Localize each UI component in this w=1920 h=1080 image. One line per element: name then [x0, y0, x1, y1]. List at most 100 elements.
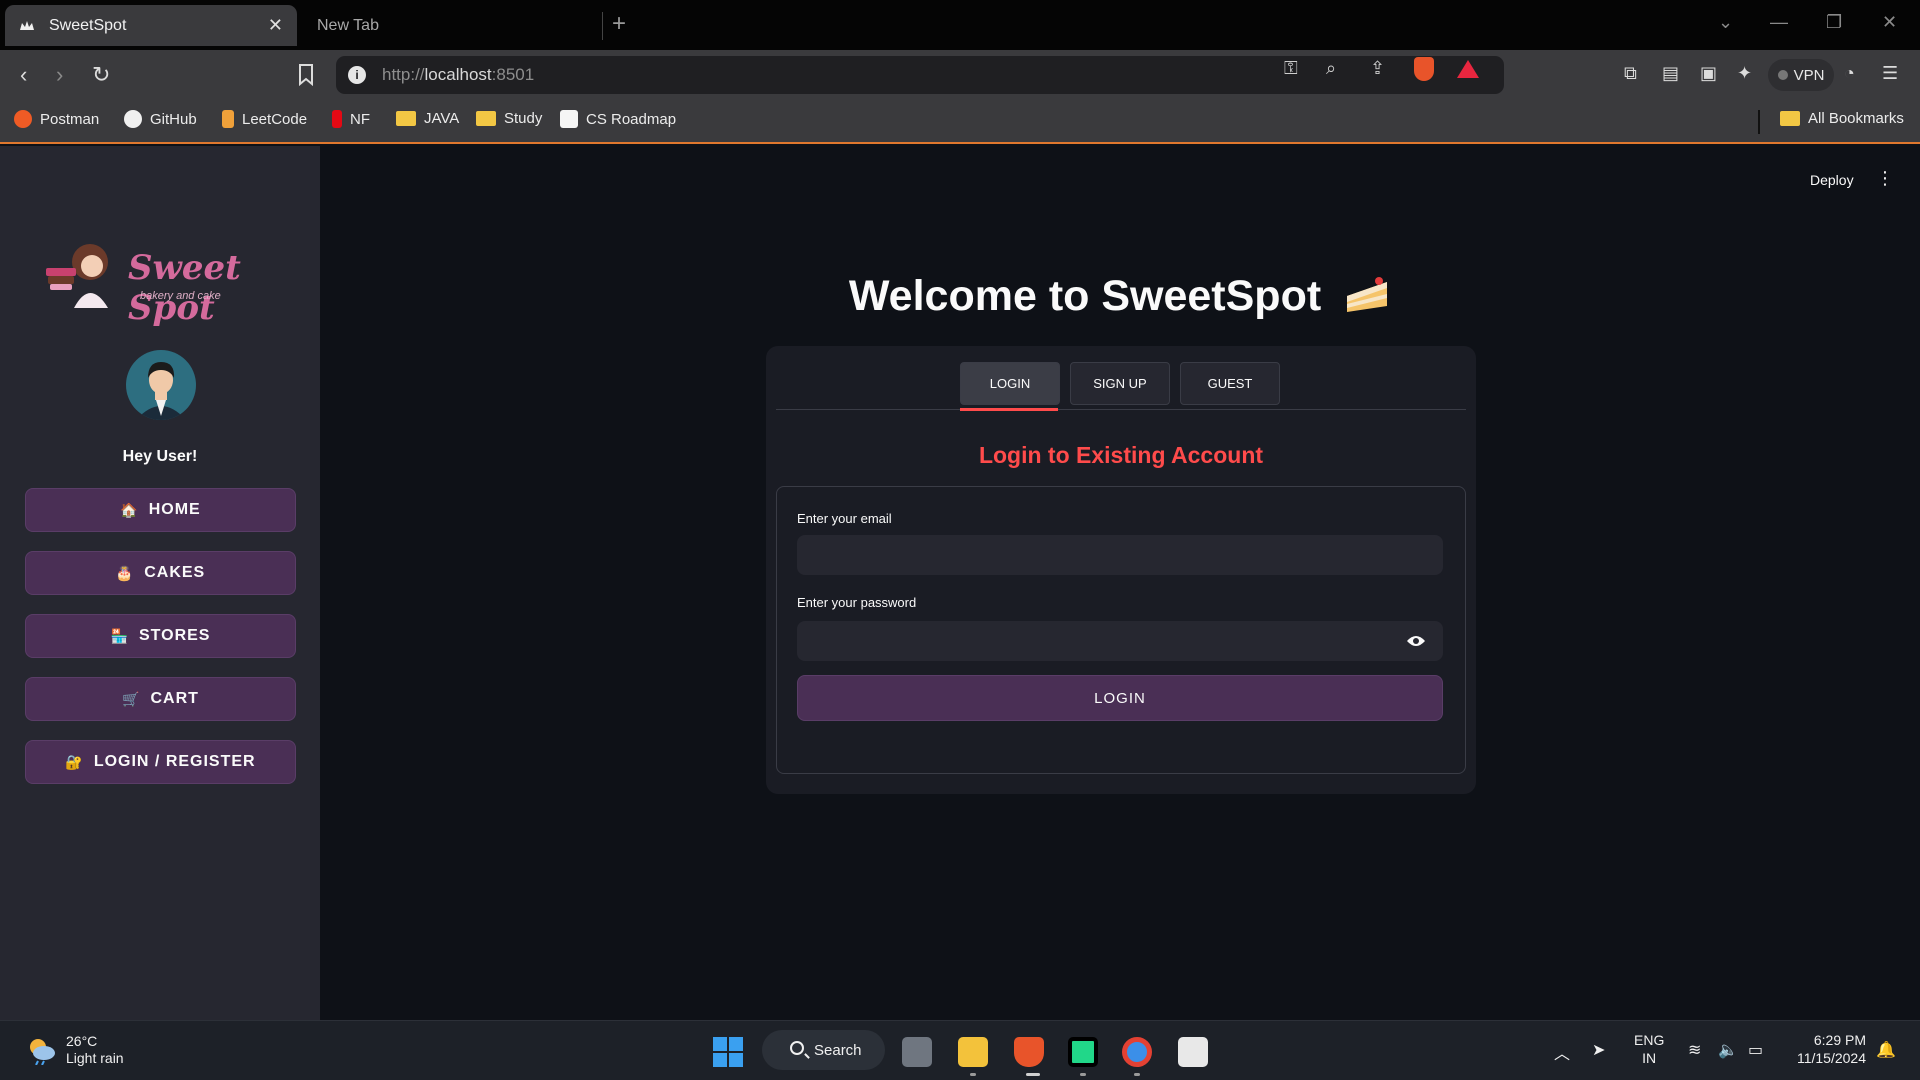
snipping-tool-icon[interactable] [1178, 1037, 1208, 1067]
bookmark-label: All Bookmarks [1808, 110, 1904, 127]
vpn-label: VPN [1793, 66, 1825, 84]
nav-label: LOGIN / REGISTER [93, 753, 256, 770]
back-icon[interactable]: ‹ [20, 62, 27, 88]
taskbar-search[interactable]: Search [762, 1030, 885, 1070]
greeting-text: Hey User! [122, 448, 198, 465]
share-icon[interactable]: ⇪ [1370, 58, 1385, 79]
tab-login[interactable]: LOGIN [960, 362, 1060, 405]
all-bookmarks[interactable]: All Bookmarks [1780, 110, 1904, 127]
file-explorer-icon[interactable] [958, 1037, 988, 1067]
system-clock[interactable]: 6:29 PM 11/15/2024 [1786, 1031, 1866, 1067]
bookmark-nf[interactable]: NF [332, 110, 370, 128]
logo-tagline: bakery and cake [140, 290, 221, 302]
clock-date: 11/15/2024 [1796, 1050, 1866, 1066]
profile-icon[interactable]: ◔ [1844, 63, 1855, 84]
bookmark-label: NF [350, 110, 370, 128]
page-title: Welcome to SweetSpot [320, 272, 1920, 321]
minimize-icon[interactable]: — [1770, 12, 1788, 33]
tab-guest[interactable]: GUEST [1180, 362, 1280, 405]
tab-sign-up[interactable]: SIGN UP [1070, 362, 1170, 405]
reload-icon[interactable]: ↻ [92, 62, 110, 88]
password-label: Enter your password [797, 595, 917, 610]
nav-login-register-button[interactable]: 🔐 LOGIN / REGISTER [25, 740, 296, 784]
chrome-icon[interactable] [1122, 1037, 1152, 1067]
brave-shields-icon[interactable] [1414, 57, 1434, 81]
windows-start-icon[interactable] [713, 1037, 743, 1067]
cake-icon: 🎂 [115, 564, 135, 581]
nav-stores-button[interactable]: 🏪 STORES [25, 614, 296, 658]
wallet-icon[interactable]: ▣ [1700, 63, 1717, 84]
url-text[interactable]: http://localhost:8501 [382, 65, 534, 85]
bookmark-cs-roadmap[interactable]: CS Roadmap [560, 110, 676, 128]
leo-ai-icon[interactable]: ✦ [1737, 63, 1752, 84]
clock-time: 6:29 PM [1813, 1032, 1866, 1048]
volume-icon[interactable]: 🔈 [1718, 1040, 1738, 1060]
notifications-bell-icon[interactable]: 🔔 [1876, 1040, 1896, 1060]
tab-search-chevron-icon[interactable]: ⌄ [1718, 12, 1733, 33]
search-icon [790, 1041, 804, 1055]
show-hidden-icons-chevron-icon[interactable]: ︿ [1554, 1040, 1570, 1064]
bookmark-icon[interactable] [298, 64, 314, 86]
sidebar-toggle-icon[interactable]: ▤ [1662, 63, 1679, 84]
weather-rain-icon [30, 1039, 55, 1065]
brave-rewards-icon[interactable] [1457, 60, 1479, 78]
close-tab-icon[interactable]: ✕ [268, 15, 283, 36]
vpn-button[interactable]: VPN [1768, 59, 1834, 91]
login-submit-button[interactable]: LOGIN [797, 675, 1443, 721]
tab-new-tab[interactable]: New Tab [303, 12, 603, 40]
bookmark-java[interactable]: JAVA [396, 110, 459, 127]
nav-label: CAKES [144, 564, 206, 581]
user-avatar [126, 350, 196, 420]
eye-icon [1407, 636, 1425, 646]
bookmark-label: CS Roadmap [586, 110, 677, 128]
nav-label: STORES [138, 627, 211, 644]
bookmark-postman[interactable]: Postman [14, 110, 99, 128]
bookmark-github[interactable]: GitHub [124, 110, 197, 128]
auth-card: LOGIN SIGN UP GUEST Login to Existing Ac… [766, 346, 1476, 794]
bookmark-study[interactable]: Study [476, 110, 542, 127]
bookmark-label: Study [504, 110, 543, 127]
task-view-icon[interactable] [902, 1037, 932, 1067]
password-key-icon[interactable]: ⚿ [1284, 58, 1298, 79]
cake-slice-icon [1347, 277, 1388, 312]
deploy-button[interactable]: Deploy [1810, 172, 1854, 188]
roadmap-icon [560, 110, 578, 128]
page-title-text: Welcome to SweetSpot [848, 272, 1322, 320]
language-indicator[interactable]: ENG IN [1634, 1031, 1664, 1067]
weather-text: 26°C Light rain [66, 1033, 124, 1067]
app-viewport: Sweet Spot bakery and cake Hey User! 🏠 HO… [0, 146, 1920, 1020]
bookmark-leetcode[interactable]: LeetCode [222, 110, 307, 128]
menu-icon[interactable]: ☰ [1882, 63, 1898, 84]
nav-label: CART [150, 690, 199, 707]
restore-icon[interactable]: ❐ [1826, 12, 1842, 33]
forward-icon[interactable]: › [56, 62, 63, 88]
new-tab-plus-icon[interactable]: + [612, 10, 626, 38]
window-close-icon[interactable]: ✕ [1882, 12, 1897, 33]
nav-cakes-button[interactable]: 🎂 CAKES [25, 551, 296, 595]
language-region: IN [1642, 1050, 1657, 1066]
bookmarks-divider [1758, 110, 1760, 134]
wifi-icon[interactable]: ≋ [1688, 1040, 1701, 1060]
zoom-icon[interactable]: ⌕ [1326, 58, 1336, 79]
running-indicator [1134, 1073, 1140, 1076]
main-menu-kebab-icon[interactable]: ⋮ [1876, 168, 1894, 189]
cart-icon: 🛒 [122, 690, 141, 707]
brave-browser-icon[interactable] [1014, 1037, 1044, 1067]
password-field[interactable] [797, 621, 1389, 661]
weather-widget[interactable]: 26°C Light rain [26, 1033, 124, 1067]
running-indicator [970, 1073, 976, 1076]
tab-sweetspot[interactable]: SweetSpot ✕ [5, 5, 297, 46]
email-field[interactable] [797, 535, 1443, 575]
folder-icon [396, 111, 416, 126]
tab-title: New Tab [317, 17, 379, 34]
location-icon[interactable]: ➤ [1592, 1040, 1605, 1060]
show-password-eye-icon[interactable] [1389, 621, 1443, 661]
nav-home-button[interactable]: 🏠 HOME [25, 488, 296, 532]
sweetspot-logo: Sweet Spot bakery and cake [36, 234, 296, 328]
battery-icon[interactable]: ▭ [1748, 1040, 1763, 1060]
site-info-icon[interactable]: i [348, 66, 366, 84]
nav-cart-button[interactable]: 🛒 CART [25, 677, 296, 721]
extensions-icon[interactable]: ⧉ [1624, 63, 1637, 84]
pycharm-icon[interactable] [1068, 1037, 1098, 1067]
netflix-icon [332, 110, 342, 128]
